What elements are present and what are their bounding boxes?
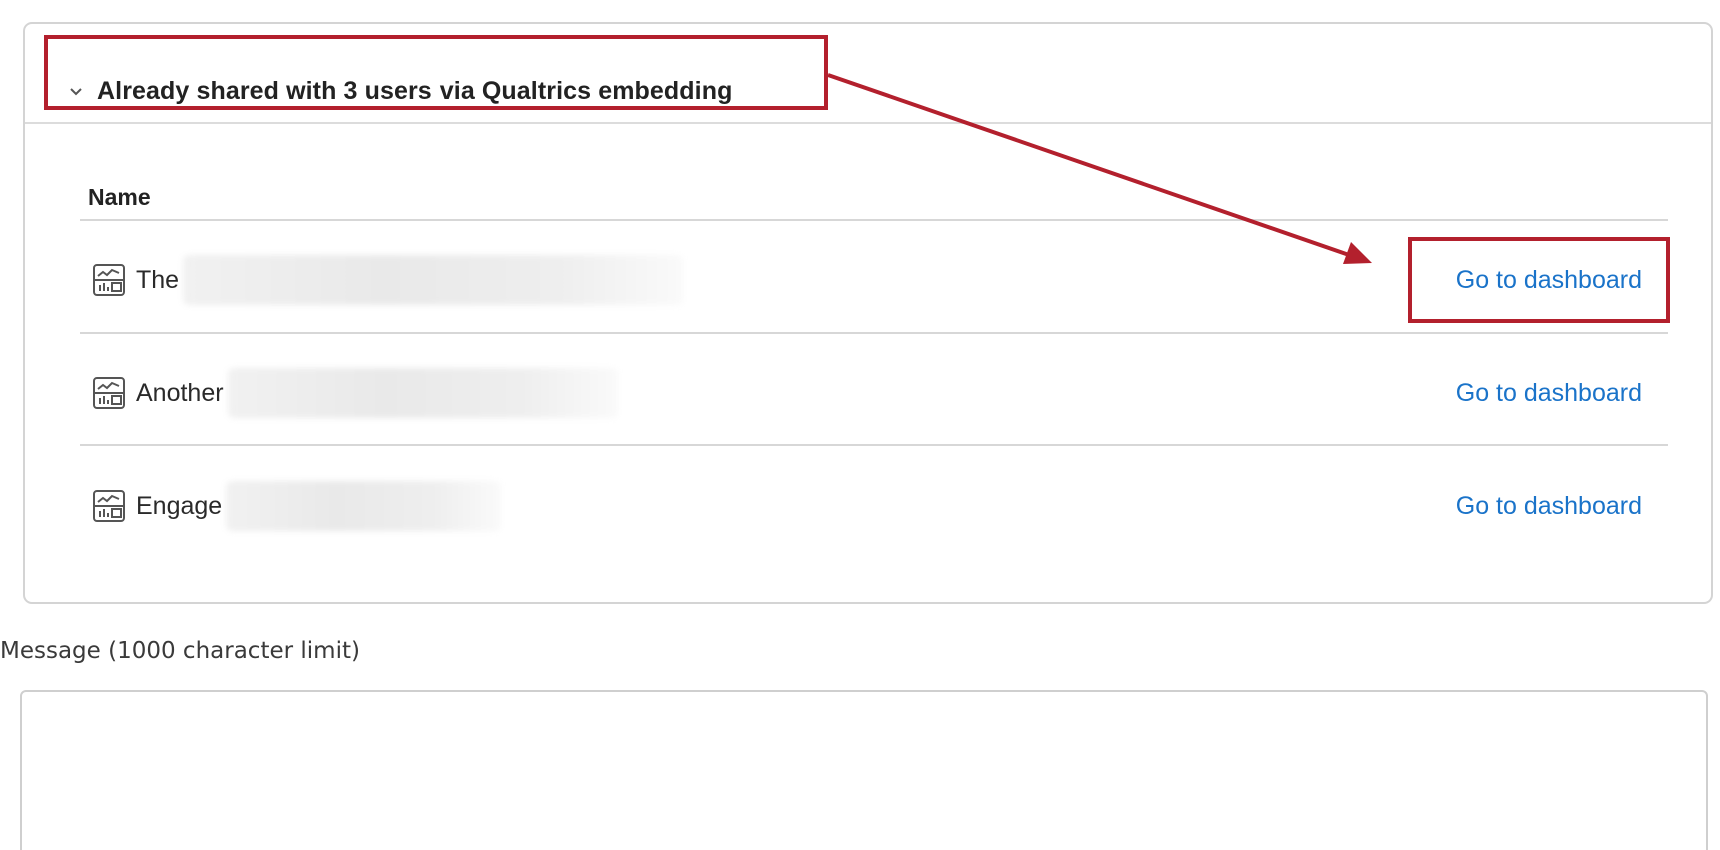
column-header-name: Name (88, 184, 151, 210)
shared-users-via-label: via Qualtrics embedding (439, 76, 733, 105)
share-dialog: Already shared with 3 users via Qualtrics… (0, 0, 1720, 850)
table-row: Another Go to dashboard (80, 363, 1668, 423)
table-header-divider (80, 219, 1668, 221)
message-textarea[interactable] (20, 690, 1708, 850)
dashboard-icon (93, 377, 125, 409)
message-label: Message (1000 character limit) (0, 638, 360, 664)
row-divider (80, 332, 1668, 334)
dashboard-name: Another (136, 378, 224, 407)
shared-users-title: Already shared with 3 users via Qualtrics… (97, 77, 732, 106)
shared-users-toggle[interactable]: Already shared with 3 users via Qualtrics… (65, 58, 732, 124)
redacted-text (226, 481, 502, 531)
table-row: The Go to dashboard (80, 250, 1668, 310)
go-to-dashboard-link[interactable]: Go to dashboard (1456, 492, 1642, 521)
panel-header: Already shared with 3 users via Qualtrics… (25, 24, 1711, 124)
chevron-down-icon[interactable] (65, 80, 87, 102)
dashboard-icon (93, 264, 125, 296)
dashboard-name: The (136, 265, 180, 294)
go-to-dashboard-link[interactable]: Go to dashboard (1456, 266, 1642, 295)
redacted-text (183, 255, 684, 305)
redacted-text (227, 368, 618, 418)
shared-users-count-label: Already shared with 3 users (97, 76, 432, 105)
dashboard-name: Engage (136, 491, 223, 520)
row-divider (80, 444, 1668, 446)
table-row: Engage Go to dashboard (80, 476, 1668, 536)
go-to-dashboard-link[interactable]: Go to dashboard (1456, 379, 1642, 408)
dashboard-icon (93, 490, 125, 522)
